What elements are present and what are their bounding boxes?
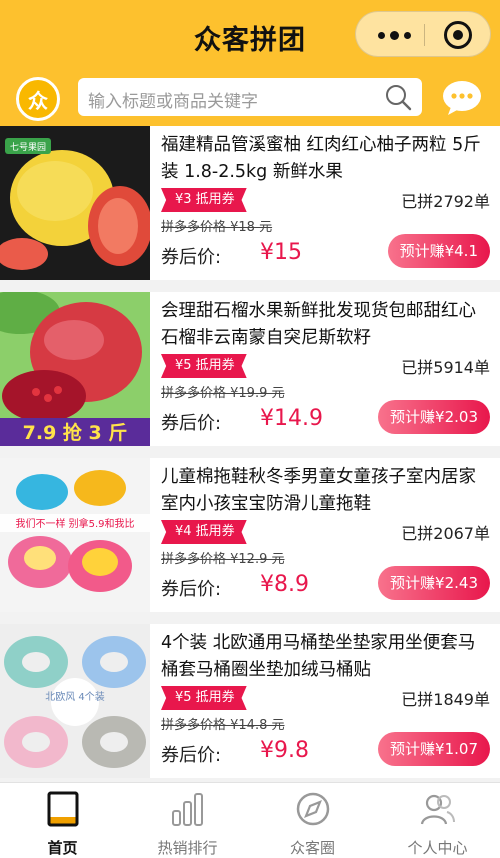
coupon-price: ¥9.8 [260,738,309,763]
tab-profile[interactable]: 个人中心 [375,783,500,858]
image-badge: 我们不一样 别拿5.9和我比 [15,517,134,530]
coupon-price: ¥8.9 [260,572,309,597]
search-placeholder: 输入标题或商品关键字 [88,92,258,112]
bar-chart-icon [172,793,203,826]
mini-program-capsule [355,11,491,57]
sold-count: 已拼2067单 [401,524,490,543]
product-title[interactable]: 4个装 北欧通用马桶垫坐垫家用坐便套马桶套马桶圈坐垫加绒马桶贴 [161,630,491,684]
tab-hot-ranking[interactable]: 热销排行 [125,783,250,858]
product-item[interactable]: 我们不一样 别拿5.9和我比 儿童棉拖鞋秋冬季男童女童孩子室内居家室内小孩宝宝防… [0,458,500,612]
after-coupon-label: 券后价: [161,247,222,268]
coupon-price: ¥15 [260,240,302,265]
product-title[interactable]: 儿童棉拖鞋秋冬季男童女童孩子室内居家室内小孩宝宝防滑儿童拖鞋 [161,464,491,518]
search-icon[interactable] [384,83,412,111]
search-bar: 众 输入标题或商品关键字 [0,68,500,126]
original-price: 拼多多价格 ¥14.8 元 [161,718,285,733]
product-image[interactable]: 7.9 抢 3 斤 [0,292,150,446]
image-badge: 7.9 抢 3 斤 [23,421,128,444]
product-item[interactable]: 7.9 抢 3 斤 会理甜石榴水果新鲜批发现货包邮甜红心石榴非云南蒙自突尼斯软籽… [0,292,500,446]
sold-count: 已拼2792单 [401,192,490,211]
search-input[interactable]: 输入标题或商品关键字 [78,78,422,116]
product-title[interactable]: 会理甜石榴水果新鲜批发现货包邮甜红心石榴非云南蒙自突尼斯软籽 [161,298,491,352]
chat-bubble-icon[interactable] [441,79,483,117]
original-price: 拼多多价格 ¥19.9 元 [161,386,285,401]
tab-label: 众客圈 [289,839,335,857]
compass-icon [296,792,330,826]
product-image[interactable]: 七号果园 [0,126,150,280]
estimated-earn-button[interactable]: 预计赚¥1.07 [378,732,490,766]
title-bar: 众客拼团 [0,0,500,68]
after-coupon-label: 券后价: [161,579,222,600]
coupon-badge: ¥5 抵用券 [161,686,247,710]
more-menu-icon[interactable] [366,12,422,58]
close-target-icon[interactable] [444,21,472,49]
sold-count: 已拼1849单 [401,690,490,709]
image-badge: 七号果园 [10,142,46,153]
after-coupon-label: 券后价: [161,745,222,766]
product-item[interactable]: 七号果园 福建精品管溪蜜柚 红肉红心柚子两粒 5斤装 1.8-2.5kg 新鲜水… [0,126,500,280]
product-title[interactable]: 福建精品管溪蜜柚 红肉红心柚子两粒 5斤装 1.8-2.5kg 新鲜水果 [161,132,491,186]
product-image[interactable]: 我们不一样 别拿5.9和我比 [0,458,150,612]
coupon-price: ¥14.9 [260,406,323,431]
original-price: 拼多多价格 ¥18 元 [161,220,273,235]
coupon-badge: ¥5 抵用券 [161,354,247,378]
tab-label: 个人中心 [407,839,468,857]
product-image[interactable]: 北欧风 4个装 [0,624,150,778]
bottom-tab-bar: 首页 热销排行 众客圈 个人中心 [0,782,500,858]
home-book-icon [47,791,79,827]
app-root: 众客拼团 众 输入标题或商品关键字 七号果园 福建精品管溪蜜柚 红肉红心柚子两粒… [0,0,500,858]
coupon-badge: ¥3 抵用券 [161,188,247,212]
estimated-earn-button[interactable]: 预计赚¥2.43 [378,566,490,600]
tab-community[interactable]: 众客圈 [250,783,375,858]
app-logo[interactable]: 众 [16,77,60,121]
coupon-badge: ¥4 抵用券 [161,520,247,544]
after-coupon-label: 券后价: [161,413,222,434]
original-price: 拼多多价格 ¥12.9 元 [161,552,285,567]
image-badge: 北欧风 4个装 [45,690,105,703]
tab-label: 热销排行 [157,839,218,857]
capsule-divider [424,24,425,46]
product-item[interactable]: 北欧风 4个装 4个装 北欧通用马桶垫坐垫家用坐便套马桶套马桶圈坐垫加绒马桶贴 … [0,624,500,778]
sold-count: 已拼5914单 [401,358,490,377]
estimated-earn-button[interactable]: 预计赚¥4.1 [387,234,490,268]
tab-home[interactable]: 首页 [0,783,125,858]
estimated-earn-button[interactable]: 预计赚¥2.03 [378,400,490,434]
people-icon [420,794,455,825]
tab-label: 首页 [47,839,78,857]
